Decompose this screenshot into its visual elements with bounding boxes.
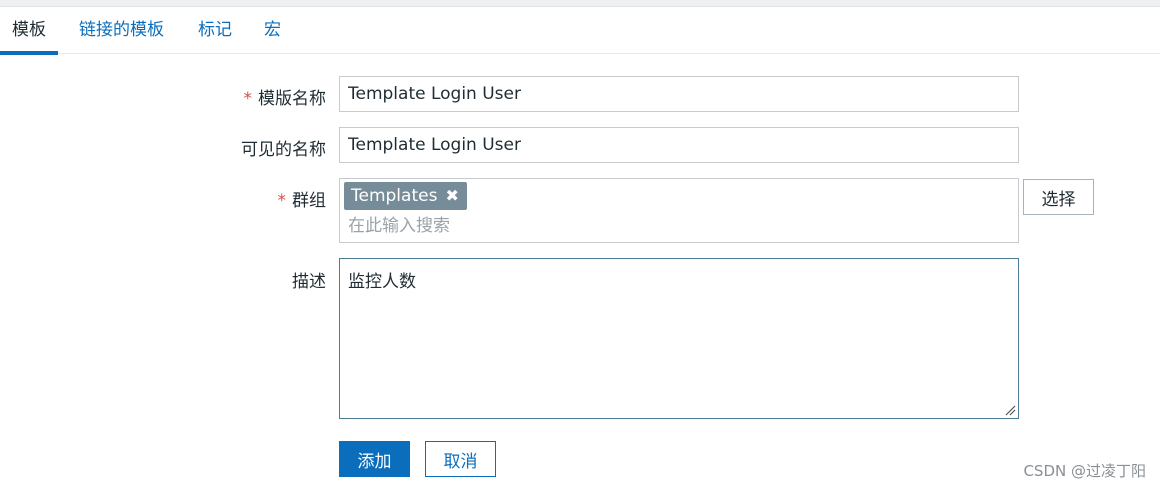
select-groups-button[interactable]: 选择: [1023, 179, 1094, 215]
cancel-button[interactable]: 取消: [425, 441, 496, 477]
description-label: 描述: [292, 267, 326, 292]
tab-bar: 模板 链接的模板 标记 宏: [0, 8, 1160, 55]
visible-name-label: 可见的名称: [241, 135, 326, 160]
tab-tags[interactable]: 标记: [186, 8, 244, 54]
top-strip: [0, 0, 1160, 7]
tab-template[interactable]: 模板: [0, 8, 58, 55]
template-name-input[interactable]: [339, 76, 1019, 112]
watermark: CSDN @过凌丁阳: [1023, 462, 1146, 480]
groups-search-input[interactable]: [342, 212, 942, 240]
resize-grip-icon[interactable]: [1004, 404, 1016, 416]
close-icon[interactable]: ✖: [445, 182, 458, 210]
add-button[interactable]: 添加: [339, 441, 410, 477]
tab-linked-templates[interactable]: 链接的模板: [67, 8, 176, 54]
groups-label-text: 群组: [292, 191, 326, 211]
description-label-text: 描述: [292, 272, 326, 292]
group-chip-label: Templates: [351, 186, 438, 206]
groups-label: * 群组: [278, 186, 327, 211]
visible-name-label-text: 可见的名称: [241, 140, 326, 160]
required-mark: *: [277, 191, 287, 211]
required-mark: *: [243, 89, 253, 109]
groups-multiselect[interactable]: Templates ✖: [339, 178, 1019, 243]
tab-macros[interactable]: 宏: [252, 8, 293, 54]
visible-name-input[interactable]: [339, 127, 1019, 163]
template-name-label: * 模版名称: [244, 84, 327, 109]
group-chip: Templates ✖: [344, 182, 467, 210]
description-textarea[interactable]: 监控人数: [339, 258, 1019, 419]
template-name-label-text: 模版名称: [258, 89, 326, 109]
